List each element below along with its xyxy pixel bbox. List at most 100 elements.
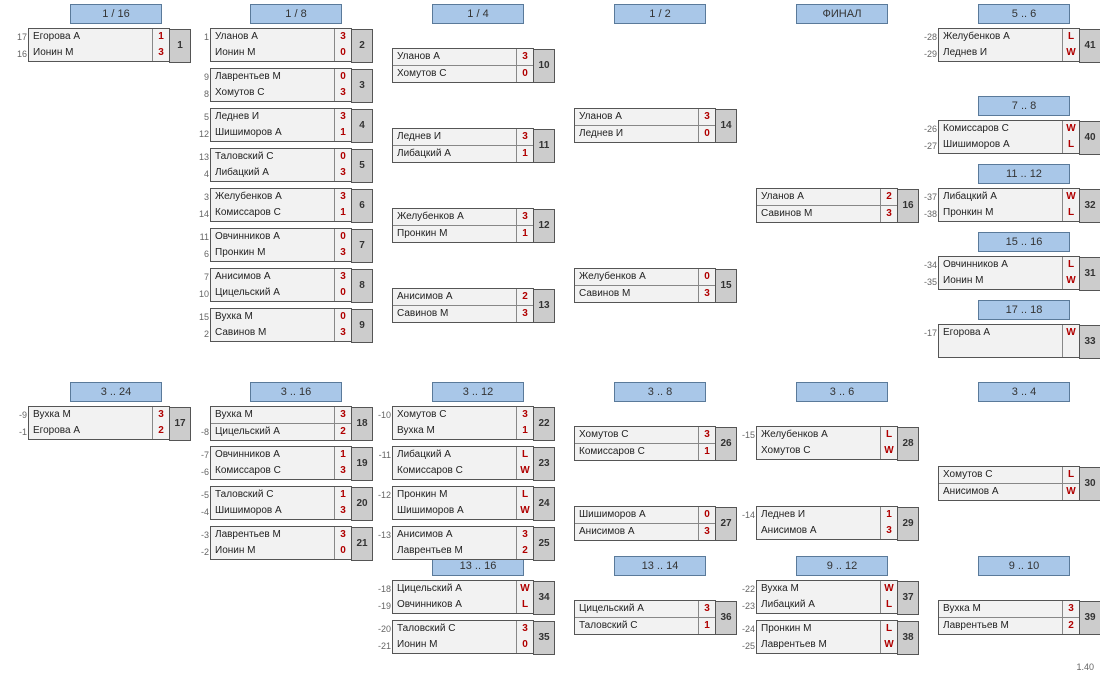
seed-label: -38 <box>921 206 937 222</box>
seed-label: -2 <box>193 544 209 560</box>
player-score: W <box>880 581 897 597</box>
player-score: 0 <box>334 309 351 325</box>
match-row: Анисимов А3 <box>575 523 715 540</box>
player-name: Таловский С <box>211 487 334 503</box>
player-score: 1 <box>516 146 533 162</box>
match-number: 31 <box>1079 257 1100 291</box>
player-score: 3 <box>698 601 715 617</box>
match: Желубенков АL-28Леднев ИW-2941 <box>938 28 1080 62</box>
match-row: Либацкий АW <box>939 189 1079 205</box>
player-score: W <box>1062 273 1079 289</box>
seed-label: -12 <box>375 487 391 503</box>
match: Анисимов А37Цицельский А0108 <box>210 268 352 302</box>
player-score: L <box>516 597 533 613</box>
match: Пронкин МL-12Шишиморов АW24 <box>392 486 534 520</box>
seed-label: 4 <box>193 166 209 182</box>
player-name: Овчинников А <box>211 447 334 463</box>
match-number: 27 <box>715 507 737 541</box>
match-row: Овчинников АL <box>393 597 533 613</box>
player-name: Цицельский А <box>393 581 516 597</box>
match-row: Таловский С1 <box>211 487 351 503</box>
player-name: Желубенков А <box>575 269 698 285</box>
seed-label: -17 <box>921 325 937 341</box>
player-score: W <box>880 443 897 459</box>
match-number: 28 <box>897 427 919 461</box>
player-name: Анисимов А <box>575 524 698 540</box>
seed-label: -23 <box>739 598 755 614</box>
player-score: W <box>516 581 533 597</box>
player-name: Хомутов С <box>939 467 1062 483</box>
match-number: 15 <box>715 269 737 303</box>
player-name: Анисимов А <box>393 527 516 543</box>
player-score: 3 <box>516 306 533 322</box>
match-row: Либацкий А3 <box>211 165 351 181</box>
match-number: 16 <box>897 189 919 223</box>
match-row: Ионин М3 <box>29 45 169 61</box>
match-row: Таловский С0 <box>211 149 351 165</box>
match-row: Комиссаров СW <box>393 463 533 479</box>
match-number: 40 <box>1079 121 1100 155</box>
player-name: Комиссаров С <box>393 463 516 479</box>
player-name: Ионин М <box>393 637 516 653</box>
match: Таловский С013Либацкий А345 <box>210 148 352 182</box>
match-number: 8 <box>351 269 373 303</box>
round-header: 17 .. 18 <box>978 300 1070 320</box>
match-row: Леднев И0 <box>575 125 715 142</box>
match-number: 22 <box>533 407 555 441</box>
player-score: 3 <box>698 286 715 302</box>
round-header: 1 / 16 <box>70 4 162 24</box>
seed-label: -25 <box>739 638 755 654</box>
round-header: 1 / 2 <box>614 4 706 24</box>
player-name: Егорова А <box>29 29 152 45</box>
player-name: Егорова А <box>29 423 152 439</box>
match-row: Уланов А3 <box>211 29 351 45</box>
player-name: Желубенков А <box>939 29 1062 45</box>
player-score: 3 <box>334 85 351 101</box>
match: Овчинников А1-7Комиссаров С3-619 <box>210 446 352 480</box>
match-row: Комиссаров С1 <box>575 443 715 460</box>
player-score: 3 <box>516 209 533 225</box>
match-number: 13 <box>533 289 555 323</box>
player-name: Пронкин М <box>393 487 516 503</box>
match-row: Егорова А1 <box>29 29 169 45</box>
player-name: Савинов М <box>393 306 516 322</box>
seed-label: 7 <box>193 269 209 285</box>
match-number: 9 <box>351 309 373 343</box>
match-number: 10 <box>533 49 555 83</box>
player-score: 3 <box>334 527 351 543</box>
player-score: L <box>1062 137 1079 153</box>
player-score: L <box>880 597 897 613</box>
player-name: Лаврентьев М <box>757 637 880 653</box>
match-row: Вухка М1 <box>393 423 533 439</box>
match-row: Савинов М3 <box>393 305 533 322</box>
player-name: Ионин М <box>29 45 152 61</box>
match-row: Анисимов А3 <box>393 527 533 543</box>
match-row: Егорова АW <box>939 325 1079 341</box>
player-score: 2 <box>516 543 533 559</box>
match-row: Леднев ИW <box>939 45 1079 61</box>
round-header: 3 .. 6 <box>796 382 888 402</box>
player-score: 3 <box>516 527 533 543</box>
match: Желубенков АL-15Хомутов СW28 <box>756 426 898 460</box>
match-row: Пронкин М3 <box>211 245 351 261</box>
match-row: Анисимов А3 <box>757 523 897 539</box>
player-name: Вухка М <box>939 601 1062 617</box>
player-score: 3 <box>152 407 169 423</box>
player-name: Уланов А <box>575 109 698 125</box>
player-name: Пронкин М <box>211 245 334 261</box>
match: Овчинников А011Пронкин М367 <box>210 228 352 262</box>
round-header: 9 .. 10 <box>978 556 1070 576</box>
match-row: Уланов А2 <box>757 189 897 205</box>
seed-label: -15 <box>739 427 755 443</box>
player-score <box>1062 341 1079 357</box>
player-name: Савинов М <box>757 206 880 222</box>
match-number: 25 <box>533 527 555 561</box>
match-row: Хомутов С3 <box>575 427 715 443</box>
player-name: Егорова А <box>939 325 1062 341</box>
seed-label: -11 <box>375 447 391 463</box>
match-number: 30 <box>1079 467 1100 501</box>
seed-label: 12 <box>193 126 209 142</box>
player-name: Лаврентьев М <box>211 527 334 543</box>
seed-label: -19 <box>375 598 391 614</box>
player-score: 1 <box>334 125 351 141</box>
